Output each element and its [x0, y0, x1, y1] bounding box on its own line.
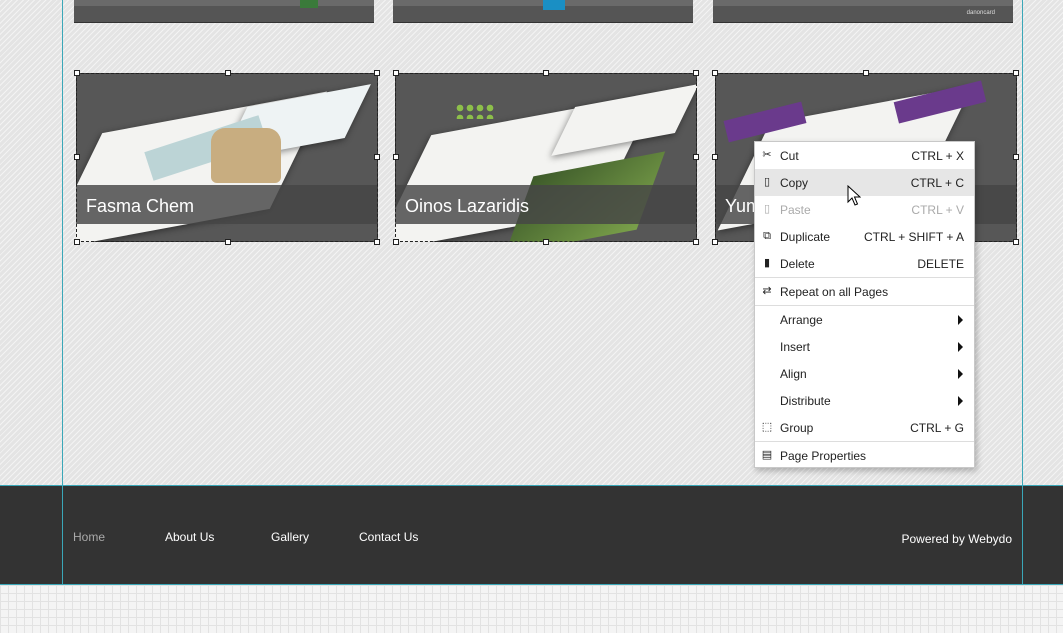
powered-by-text[interactable]: Powered by Webydo [901, 532, 1012, 546]
resize-handle[interactable] [225, 70, 231, 76]
menu-item-paste[interactable]: ▯ Paste CTRL + V [755, 196, 974, 223]
site-footer: Home About Us Gallery Contact Us Powered… [0, 486, 1063, 585]
resize-handle[interactable] [393, 239, 399, 245]
menu-item-align[interactable]: Align [755, 360, 974, 387]
context-menu: ✂ Cut CTRL + X ▯ Copy CTRL + C ▯ Paste C… [754, 141, 975, 468]
resize-handle[interactable] [374, 70, 380, 76]
paste-icon: ▯ [763, 203, 771, 215]
gallery-card-oinos-lazaridis[interactable]: Oinos Lazaridis [395, 73, 697, 242]
resize-handle[interactable] [393, 70, 399, 76]
layout-guide-footer-bottom [0, 584, 1063, 585]
resize-handle[interactable] [693, 70, 699, 76]
resize-handle[interactable] [712, 239, 718, 245]
group-icon: ⬚ [761, 421, 773, 433]
menu-item-shortcut: CTRL + G [910, 421, 964, 435]
menu-item-insert[interactable]: Insert [755, 333, 974, 360]
resize-handle[interactable] [74, 70, 80, 76]
repeat-icon: ⇄ [762, 285, 772, 297]
menu-item-label: Copy [780, 176, 809, 190]
footer-nav-contact-us[interactable]: Contact Us [359, 530, 418, 544]
resize-handle[interactable] [74, 154, 80, 160]
menu-item-label: Page Properties [780, 449, 867, 463]
menu-item-arrange[interactable]: Arrange [755, 306, 974, 333]
resize-handle[interactable] [374, 154, 380, 160]
menu-item-label: Delete [780, 257, 815, 271]
resize-handle[interactable] [863, 70, 869, 76]
resize-handle[interactable] [74, 239, 80, 245]
menu-item-delete[interactable]: ▮ Delete DELETE [755, 250, 974, 277]
menu-item-label: Group [780, 421, 814, 435]
menu-item-copy[interactable]: ▯ Copy CTRL + C [755, 169, 974, 196]
duplicate-icon: ⧉ [763, 230, 771, 242]
menu-item-shortcut: CTRL + X [911, 149, 964, 163]
submenu-arrow-icon [958, 396, 963, 406]
gallery-thumb-top-2[interactable] [393, 0, 693, 23]
gallery-thumb-top-3[interactable]: danoncard [713, 0, 1013, 23]
green-dots [455, 103, 495, 119]
layout-guide-footer-top [0, 485, 1063, 486]
menu-item-label: Align [780, 367, 807, 381]
layout-guide-left [62, 0, 63, 585]
menu-item-cut[interactable]: ✂ Cut CTRL + X [755, 142, 974, 169]
menu-item-shortcut: CTRL + SHIFT + A [863, 230, 964, 244]
menu-item-label: Arrange [780, 313, 823, 327]
menu-item-shortcut: DELETE [917, 257, 964, 271]
thumb-top-strip [74, 0, 374, 6]
menu-item-label: Cut [780, 149, 799, 163]
stamp-figure [211, 128, 281, 183]
layout-guide-right [1022, 0, 1023, 585]
clipboard-icon: ▯ [763, 176, 771, 188]
menu-item-label: Distribute [780, 394, 831, 408]
menu-item-shortcut: CTRL + V [911, 203, 964, 217]
resize-handle[interactable] [1013, 154, 1019, 160]
footer-nav-about-us[interactable]: About Us [165, 530, 214, 544]
thumb-top-logo-text: danoncard [966, 10, 995, 16]
green-accent [300, 0, 318, 8]
menu-item-repeat-on-all-pages[interactable]: ⇄ Repeat on all Pages [755, 278, 974, 305]
submenu-arrow-icon [958, 342, 963, 352]
resize-handle[interactable] [693, 154, 699, 160]
resize-handle[interactable] [712, 154, 718, 160]
trash-icon: ▮ [763, 257, 771, 269]
menu-item-shortcut: CTRL + C [910, 176, 964, 190]
menu-item-label: Paste [780, 203, 811, 217]
footer-nav-home[interactable]: Home [73, 530, 105, 544]
scissors-icon: ✂ [762, 149, 772, 161]
footer-nav-gallery[interactable]: Gallery [271, 530, 309, 544]
gallery-card-fasma-chem[interactable]: Fasma Chem [76, 73, 378, 242]
menu-item-page-properties[interactable]: ▤ Page Properties [755, 442, 974, 469]
resize-handle[interactable] [1013, 70, 1019, 76]
resize-handle[interactable] [543, 70, 549, 76]
editor-background-grid [0, 585, 1063, 633]
card-caption: Fasma Chem [86, 196, 195, 216]
resize-handle[interactable] [712, 70, 718, 76]
caption-bar: Oinos Lazaridis [395, 185, 697, 224]
gallery-thumb-top-1[interactable] [74, 0, 374, 23]
resize-handle[interactable] [225, 239, 231, 245]
menu-item-group[interactable]: ⬚ Group CTRL + G [755, 414, 974, 441]
resize-handle[interactable] [1013, 239, 1019, 245]
mouse-cursor-icon [847, 185, 861, 206]
resize-handle[interactable] [393, 154, 399, 160]
caption-bar: Fasma Chem [76, 185, 378, 224]
resize-handle[interactable] [543, 239, 549, 245]
blue-accent [543, 0, 565, 10]
resize-handle[interactable] [374, 239, 380, 245]
menu-item-distribute[interactable]: Distribute [755, 387, 974, 414]
menu-item-label: Repeat on all Pages [780, 285, 889, 299]
thumb-top-strip [713, 0, 1013, 6]
resize-handle[interactable] [693, 239, 699, 245]
menu-item-label: Insert [780, 340, 811, 354]
page-icon: ▤ [761, 449, 773, 461]
submenu-arrow-icon [958, 369, 963, 379]
submenu-arrow-icon [958, 315, 963, 325]
menu-item-label: Duplicate [780, 230, 831, 244]
card-caption: Oinos Lazaridis [405, 196, 530, 216]
menu-item-duplicate[interactable]: ⧉ Duplicate CTRL + SHIFT + A [755, 223, 974, 250]
